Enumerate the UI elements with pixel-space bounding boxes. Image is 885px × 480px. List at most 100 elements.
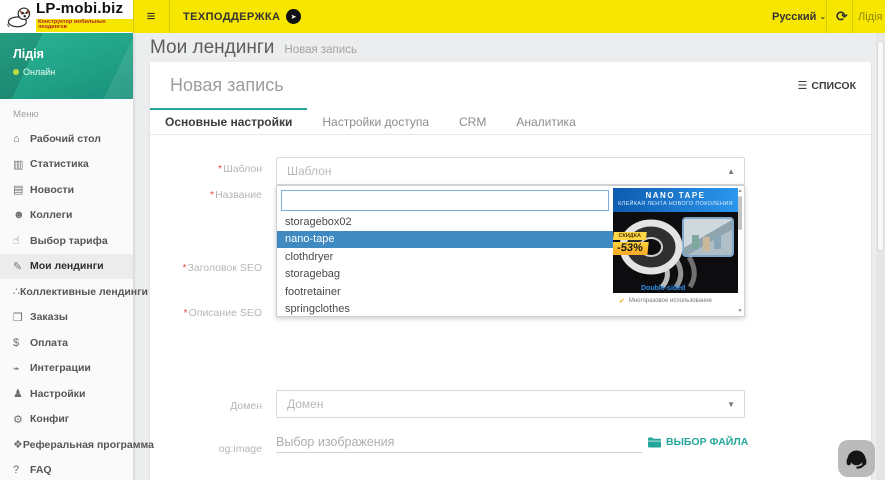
sidebar-item-tariff[interactable]: ☝Выбор тарифа (0, 228, 133, 254)
logo-subtitle: Конструктор мобильных лендингов (36, 19, 133, 32)
colleagues-icon: ☻ (13, 209, 30, 221)
option-footretainer[interactable]: footretainer (277, 283, 613, 301)
tariff-icon: ☝ (13, 234, 30, 247)
discount-badge: СКИДКА -53% (613, 224, 650, 255)
dog-logo-icon (6, 5, 32, 29)
sidebar-item-collective-landings[interactable]: ∴Коллективные лендинги (0, 279, 133, 305)
seo-description-label: Описание SEO (150, 307, 262, 319)
main-area: Мои лендинги Новая запись Новая запись ☰… (133, 33, 885, 480)
list-button[interactable]: ☰ СПИСОК (798, 79, 856, 92)
stats-icon: ▥ (13, 158, 30, 171)
language-label: Русский (772, 11, 816, 23)
news-icon: ▤ (13, 183, 30, 196)
preview-title: NANO TAPE (613, 191, 738, 200)
my-landings-icon: ✎ (13, 260, 30, 273)
hamburger-menu-icon[interactable]: ≡ (136, 0, 166, 33)
top-bar: LP-mobi.biz Конструктор мобильных лендин… (0, 0, 885, 33)
dropdown-scrollbar[interactable]: ▲ ▼ (737, 188, 743, 314)
language-selector[interactable]: Русский ⌄ (772, 0, 826, 33)
sidebar-item-settings[interactable]: ♟Настройки (0, 381, 133, 407)
preview-subtitle: КЛЕЙКАЯ ЛЕНТА НОВОГО ПОКОЛЕНИЯ (613, 201, 738, 207)
preview-feature: Многоразовое использование (629, 298, 712, 304)
template-dropdown: storagebox02 nano-tape clothdryer storag… (276, 185, 745, 317)
tab-bar: Основные настройки Настройки доступа CRM… (150, 108, 871, 135)
referral-icon: ❖ (13, 438, 23, 451)
tab-analytics[interactable]: Аналитика (501, 108, 590, 134)
breadcrumb-sub: Новая запись (284, 44, 357, 56)
dropdown-options: storagebox02 nano-tape clothdryer storag… (277, 213, 613, 316)
option-storagebag[interactable]: storagebag (277, 266, 613, 284)
scroll-up-icon[interactable]: ▲ (737, 188, 743, 194)
dropdown-search-input[interactable] (281, 190, 609, 211)
sidebar-item-news[interactable]: ▤Новости (0, 177, 133, 203)
telegram-icon: ➤ (286, 9, 301, 24)
divider (852, 0, 853, 33)
desktop-icon: ⌂ (13, 133, 30, 145)
content-card: Новая запись ☰ СПИСОК Основные настройки… (150, 62, 871, 480)
choose-file-button[interactable]: ВЫБОР ФАЙЛА (648, 436, 748, 448)
sidebar: Лідія Онлайн Меню ⌂Рабочий стол ▥Статист… (0, 33, 133, 480)
sidebar-item-statistics[interactable]: ▥Статистика (0, 152, 133, 178)
option-storagebox02[interactable]: storagebox02 (277, 213, 613, 231)
support-button[interactable]: ТЕХПОДДЕРЖКА ➤ (183, 0, 301, 33)
cart-icon: ❒ (13, 311, 30, 324)
scroll-down-icon[interactable]: ▼ (737, 308, 743, 314)
sidebar-item-integrations[interactable]: ⌁Интеграции (0, 356, 133, 382)
settings-icon: ♟ (13, 387, 30, 400)
page-scrollbar-thumb[interactable] (877, 41, 884, 251)
domain-label: Домен (150, 400, 262, 412)
config-icon: ⚙ (13, 413, 30, 426)
list-icon: ☰ (798, 79, 808, 92)
headset-icon (844, 446, 869, 471)
faq-icon: ? (13, 464, 30, 476)
integrations-icon: ⌁ (13, 362, 30, 375)
og-image-label: og:image (150, 443, 262, 455)
divider (826, 0, 827, 33)
folder-icon (648, 437, 661, 448)
user-name: Лідія (13, 47, 133, 61)
support-chat-widget[interactable] (838, 440, 875, 477)
tab-access-settings[interactable]: Настройки доступа (307, 108, 444, 134)
page-title: Мои лендинги (150, 37, 274, 59)
payment-icon: $ (13, 337, 30, 349)
divider (133, 0, 134, 33)
support-label: ТЕХПОДДЕРЖКА (183, 11, 280, 23)
sidebar-item-faq[interactable]: ?FAQ (0, 458, 133, 480)
template-select[interactable]: Шаблон ▲ (276, 157, 745, 185)
option-springclothes[interactable]: springclothes (277, 301, 613, 317)
user-panel: Лідія Онлайн (0, 33, 133, 99)
chevron-up-icon: ▲ (727, 167, 735, 176)
online-status-label: Онлайн (23, 67, 55, 77)
card-title: Новая запись (170, 75, 284, 96)
sidebar-item-config[interactable]: ⚙Конфиг (0, 407, 133, 433)
refresh-icon[interactable]: ⟳ (836, 0, 848, 33)
app-logo[interactable]: LP-mobi.biz Конструктор мобильных лендин… (0, 0, 133, 33)
topbar-username[interactable]: Лідія (858, 0, 882, 33)
online-status-dot (13, 69, 19, 75)
tab-main-settings[interactable]: Основные настройки (150, 108, 307, 134)
sidebar-item-my-landings[interactable]: ✎Мои лендинги (0, 254, 133, 280)
domain-select[interactable]: Домен ▼ (276, 390, 745, 418)
chevron-down-icon: ▼ (727, 400, 735, 409)
template-label: Шаблон (150, 163, 262, 175)
seo-title-label: Заголовок SEO (150, 262, 262, 274)
sidebar-item-colleagues[interactable]: ☻Коллеги (0, 203, 133, 229)
menu-section-label: Меню (0, 99, 133, 124)
tab-crm[interactable]: CRM (444, 108, 501, 134)
preview-caption: Double-sided (641, 285, 685, 292)
template-preview-image[interactable]: NANO TAPE КЛЕЙКАЯ ЛЕНТА НОВОГО ПОКОЛЕНИЯ… (613, 188, 738, 309)
share-icon: ∴ (13, 285, 20, 298)
divider (169, 0, 170, 33)
page-scrollbar[interactable] (876, 33, 885, 480)
breadcrumb: Мои лендинги Новая запись (133, 33, 885, 62)
option-nano-tape[interactable]: nano-tape (277, 231, 613, 249)
sidebar-item-orders[interactable]: ❒Заказы (0, 305, 133, 331)
logo-title: LP-mobi.biz (36, 1, 133, 16)
sidebar-item-dashboard[interactable]: ⌂Рабочий стол (0, 126, 133, 152)
name-label: Название (150, 189, 262, 201)
sidebar-item-referral[interactable]: ❖Реферальная программа (0, 432, 133, 458)
og-image-input[interactable] (276, 431, 642, 453)
scrollbar-thumb[interactable] (738, 196, 742, 230)
sidebar-item-payment[interactable]: $Оплата (0, 330, 133, 356)
option-clothdryer[interactable]: clothdryer (277, 248, 613, 266)
